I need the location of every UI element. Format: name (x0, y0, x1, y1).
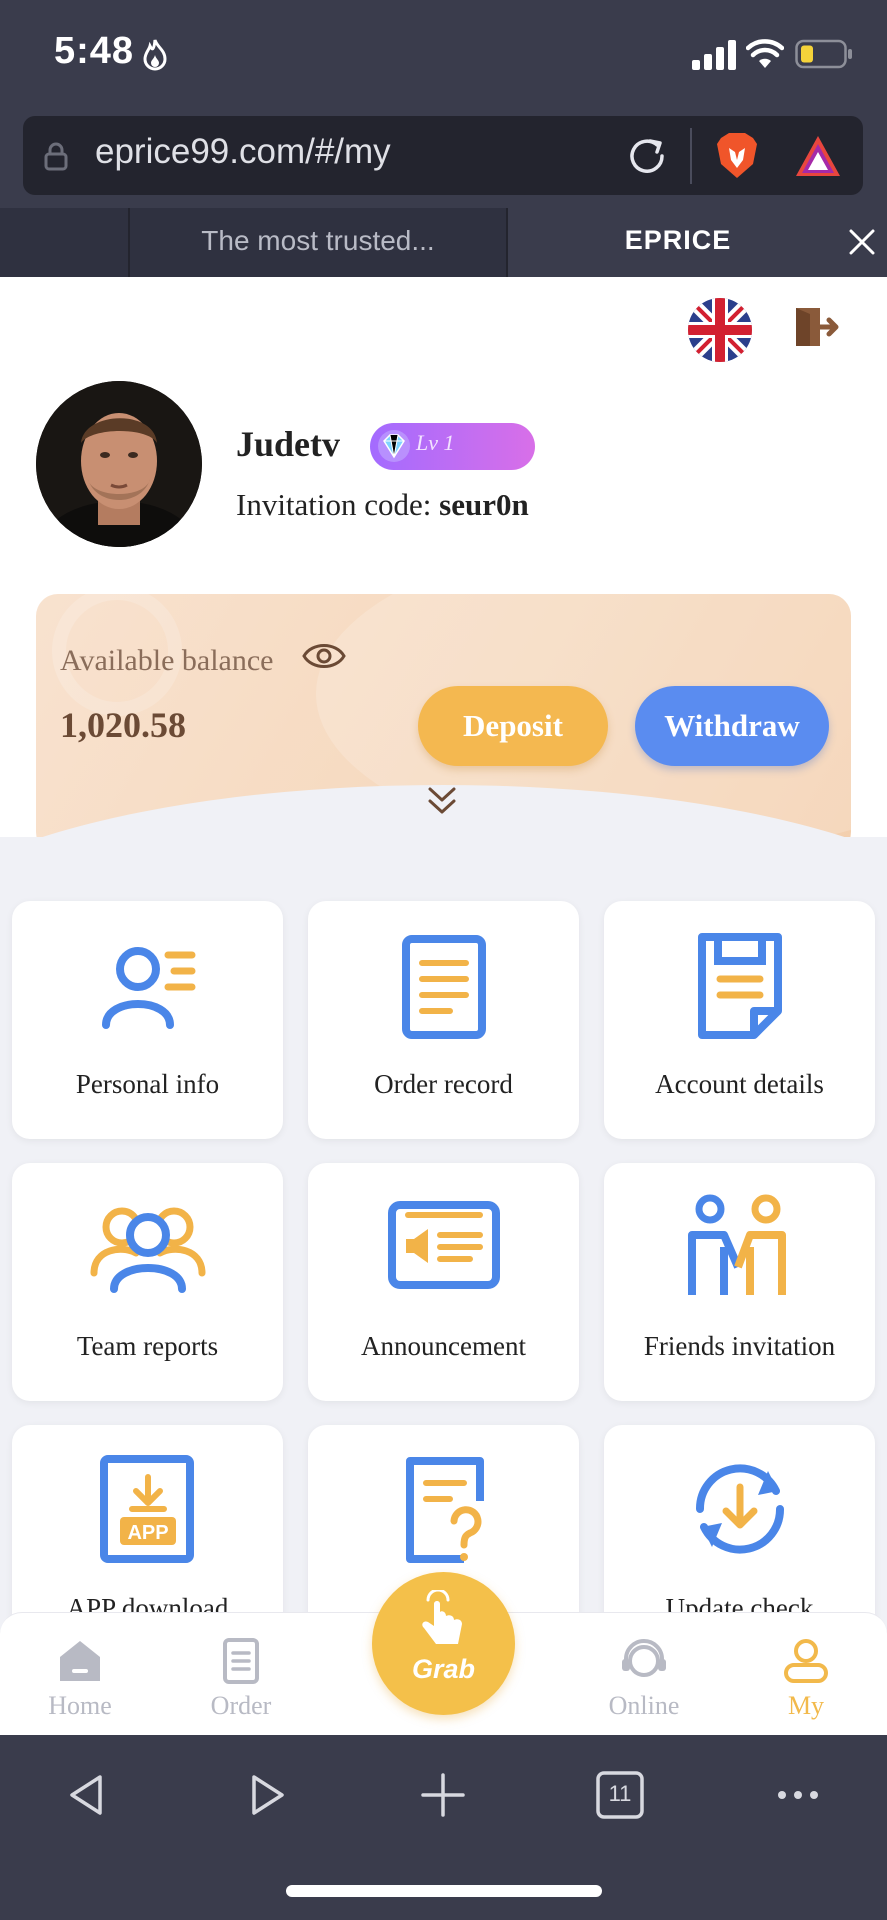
cellular-signal-icon (692, 40, 736, 70)
browser-toolbar: 11 (0, 1735, 887, 1920)
invitation-code-value: seur0n (439, 487, 529, 522)
close-icon[interactable] (846, 226, 878, 258)
grab-label: Grab (411, 1654, 476, 1684)
url-bar[interactable]: eprice99.com/#/my (23, 116, 863, 195)
menu-label: Personal info (75, 1069, 220, 1099)
menu-label: Order record (374, 1069, 513, 1099)
order-record-icon (401, 935, 486, 1039)
balance-value: 1,020.58 (60, 705, 186, 745)
user-icon (784, 1639, 828, 1683)
eye-icon[interactable] (302, 640, 346, 672)
page-content: Judetv Lv 1 Invitation code: seur0n Avai… (0, 277, 887, 1735)
tab-strip: The most trusted... EPRICE (0, 208, 887, 277)
app-download-icon: APP (99, 1455, 194, 1563)
nav-online-label: Online (608, 1691, 680, 1720)
tab-active-label: EPRICE (624, 225, 732, 255)
double-chevron-down-icon[interactable] (424, 783, 460, 819)
brave-lion-icon[interactable] (713, 130, 761, 182)
invitation-label: Invitation code: (236, 487, 440, 522)
flame-icon (143, 39, 167, 71)
account-details-icon (697, 933, 782, 1039)
nav-home[interactable]: Home (20, 1613, 140, 1736)
nav-order-label: Order (210, 1691, 272, 1720)
grab-button[interactable]: Grab (372, 1572, 515, 1715)
svg-text:APP: APP (127, 1522, 168, 1544)
username: Judetv (236, 424, 341, 464)
tab-count: 11 (608, 1781, 632, 1806)
level-badge: Lv 1 (370, 423, 535, 470)
tab-active[interactable]: EPRICE (508, 208, 887, 277)
level-label: Lv 1 (416, 430, 455, 455)
tap-hand-icon (422, 1590, 462, 1644)
diamond-icon (378, 430, 410, 462)
menu-announcement[interactable]: Announcement (308, 1163, 579, 1401)
url-bar-divider (690, 128, 692, 184)
tab-inactive[interactable]: The most trusted... (130, 208, 508, 277)
menu-label: Announcement (361, 1331, 526, 1361)
status-bar: 5:48 (0, 0, 887, 110)
menu-friends-invitation[interactable]: Friends invitation (604, 1163, 875, 1401)
reload-icon[interactable] (626, 135, 668, 177)
nav-online[interactable]: Online (584, 1613, 704, 1736)
balance-label: Available balance (60, 644, 274, 677)
nav-my[interactable]: My (746, 1613, 866, 1736)
logout-icon[interactable] (792, 304, 840, 350)
tabs-button[interactable]: 11 (590, 1765, 650, 1825)
personal-info-icon (101, 947, 195, 1029)
faq-icon (405, 1457, 484, 1563)
avatar[interactable] (36, 381, 202, 547)
order-icon (223, 1638, 259, 1684)
nav-my-label: My (787, 1691, 825, 1720)
tab-overflow[interactable] (0, 208, 130, 277)
back-icon[interactable] (58, 1765, 118, 1825)
invitation-code: Invitation code: seur0n (236, 487, 529, 523)
lock-icon (44, 142, 68, 171)
menu-label: Friends invitation (643, 1331, 836, 1361)
menu-label: Account details (655, 1069, 824, 1099)
update-check-icon (695, 1464, 784, 1554)
battery-icon (795, 39, 852, 69)
menu-account-details[interactable]: Account details (604, 901, 875, 1139)
nav-home-label: Home (48, 1691, 112, 1720)
uk-flag-icon[interactable] (688, 298, 752, 362)
menu-team-reports[interactable]: Team reports (12, 1163, 283, 1401)
url-text: eprice99.com/#/my (95, 132, 391, 171)
nav-order[interactable]: Order (181, 1613, 301, 1736)
withdraw-button[interactable]: Withdraw (635, 686, 829, 766)
deposit-button[interactable]: Deposit (418, 686, 608, 766)
browser-chrome-top: 5:48 eprice99.com/#/my The most trusted.… (0, 0, 887, 277)
home-icon (60, 1641, 100, 1681)
new-tab-icon[interactable] (413, 1765, 473, 1825)
menu-personal-info[interactable]: Personal info (12, 901, 283, 1139)
status-time: 5:48 (54, 30, 135, 72)
menu-order-record[interactable]: Order record (308, 901, 579, 1139)
wifi-icon (746, 39, 784, 68)
menu-label: Team reports (76, 1331, 219, 1361)
team-reports-icon (90, 1207, 205, 1293)
forward-icon[interactable] (236, 1765, 296, 1825)
headset-icon (622, 1639, 666, 1677)
tab-inactive-label: The most trusted... (201, 225, 435, 256)
rewards-triangle-icon[interactable] (793, 132, 843, 180)
home-indicator[interactable] (286, 1885, 602, 1897)
more-icon[interactable] (768, 1765, 828, 1825)
friends-invitation-icon (687, 1194, 786, 1295)
announcement-icon (387, 1201, 500, 1289)
